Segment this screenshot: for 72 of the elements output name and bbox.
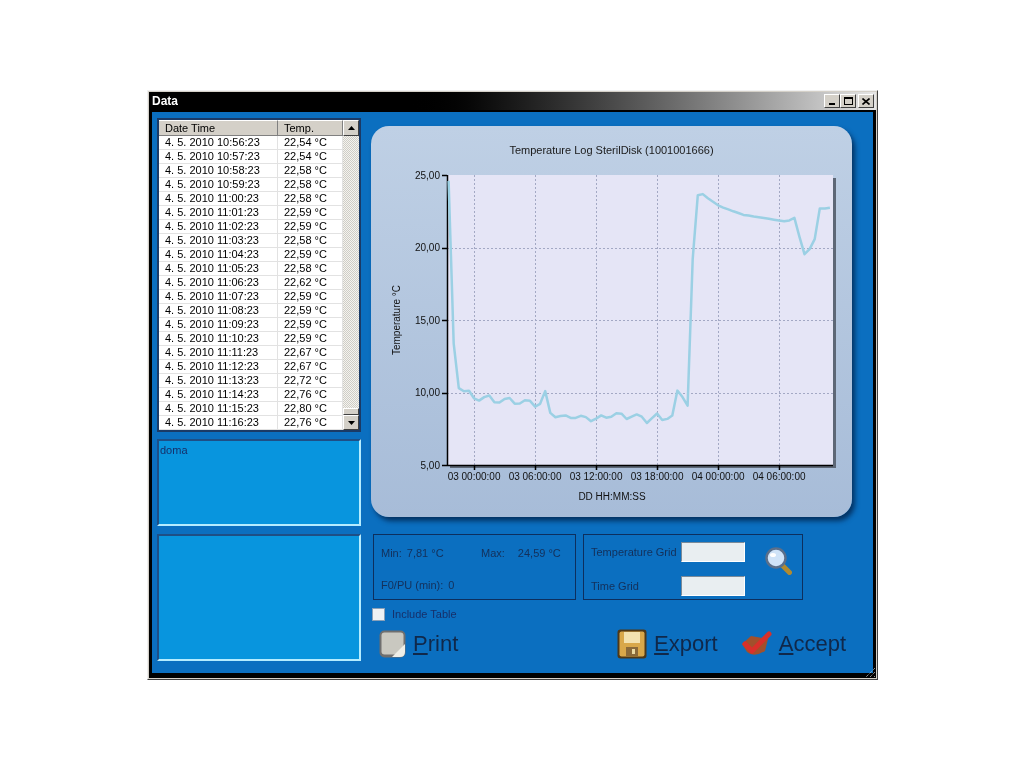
table-cell: 4. 5. 2010 11:02:23 [159,220,278,234]
column-header[interactable]: Temp. [278,120,343,136]
x-tick-label: 04 00:00:00 [691,471,745,482]
notes-field[interactable] [157,534,361,661]
column-header[interactable]: Date Time [159,120,278,136]
minimize-button[interactable] [824,94,840,108]
field-label: Time Grid [590,579,640,593]
accept-button[interactable]: Accept [739,630,846,658]
table-cell: 4. 5. 2010 10:56:23 [159,136,278,150]
table-cell: 4. 5. 2010 11:11:23 [159,346,278,360]
table-cell: 4. 5. 2010 11:03:23 [159,234,278,248]
checkmark-icon [739,630,772,658]
table-cell: 4. 5. 2010 11:01:23 [159,206,278,220]
print-button[interactable]: Print [379,630,459,658]
stat-label: F0/PU (min): [381,578,444,592]
close-icon [862,97,870,105]
search-icon[interactable] [765,547,792,575]
scroll-down-button[interactable] [343,415,359,430]
checkbox-label: Include Table [392,608,457,621]
table-cell: 4. 5. 2010 11:07:23 [159,290,278,304]
minimize-icon [829,103,835,105]
scroll-up-button[interactable] [343,120,359,136]
field-label: Temperature Grid [590,545,678,559]
table-cell: 4. 5. 2010 10:59:23 [159,178,278,192]
include-table-checkbox[interactable] [372,608,385,621]
x-tick-label: 03 18:00:00 [630,471,684,482]
document-icon [379,630,406,658]
caret-down-icon [347,420,355,425]
stat-value: 24,59 °C [517,546,561,560]
y-tick-label: 10,00 [414,387,440,398]
export-button[interactable]: Export [617,629,718,659]
floppy-disk-icon [617,629,648,659]
stat-value: 0 [448,578,455,592]
y-tick-label: 5,00 [420,459,440,471]
x-axis-label: DD HH:MM:SS [578,491,646,502]
table-cell: 4. 5. 2010 11:04:23 [159,248,278,262]
input-field[interactable] [681,576,745,596]
close-button[interactable] [858,94,874,108]
caret-up-icon [347,126,355,130]
table-cell: 4. 5. 2010 11:05:23 [159,262,278,276]
table-cell: 4. 5. 2010 11:00:23 [159,192,278,206]
stat-label: Min: [381,546,402,560]
table-cell: 4. 5. 2010 11:08:23 [159,304,278,318]
stat-label: Max: [481,546,505,560]
table-cell: 4. 5. 2010 10:58:23 [159,164,278,178]
chart-title: Temperature Log SterilDisk (1001001666) [509,144,714,156]
x-tick-label: 03 06:00:00 [508,471,562,482]
scrollbar[interactable] [343,120,359,430]
y-tick-label: 15,00 [414,314,440,326]
y-tick-label: 20,00 [414,242,440,253]
window-title: Data [152,94,178,108]
table-cell: 4. 5. 2010 11:16:23 [159,416,278,430]
resize-grip-icon[interactable] [865,667,876,678]
table-cell: 4. 5. 2010 11:12:23 [159,360,278,374]
maximize-icon [843,97,853,105]
y-tick-label: 25,00 [414,169,440,181]
table-cell: 4. 5. 2010 11:10:23 [159,332,278,346]
table-cell: 4. 5. 2010 11:13:23 [159,374,278,388]
stat-value: 7,81 °C [406,546,444,560]
table-cell: 4. 5. 2010 11:15:23 [159,402,278,416]
input-field[interactable] [681,542,745,562]
x-tick-label: 03 12:00:00 [569,471,623,482]
x-tick-label: 03 00:00:00 [447,471,501,482]
scrollbar-thumb[interactable] [343,408,359,415]
x-tick-label: 04 06:00:00 [752,471,806,482]
notes-field[interactable]: doma [157,439,361,526]
table-cell: 4. 5. 2010 11:14:23 [159,388,278,402]
table-cell: 4. 5. 2010 10:57:23 [159,150,278,164]
table-cell: 4. 5. 2010 11:09:23 [159,318,278,332]
maximize-button[interactable] [840,94,856,108]
table-cell: 4. 5. 2010 11:06:23 [159,276,278,290]
y-axis-label: Temperature °C [391,284,402,356]
